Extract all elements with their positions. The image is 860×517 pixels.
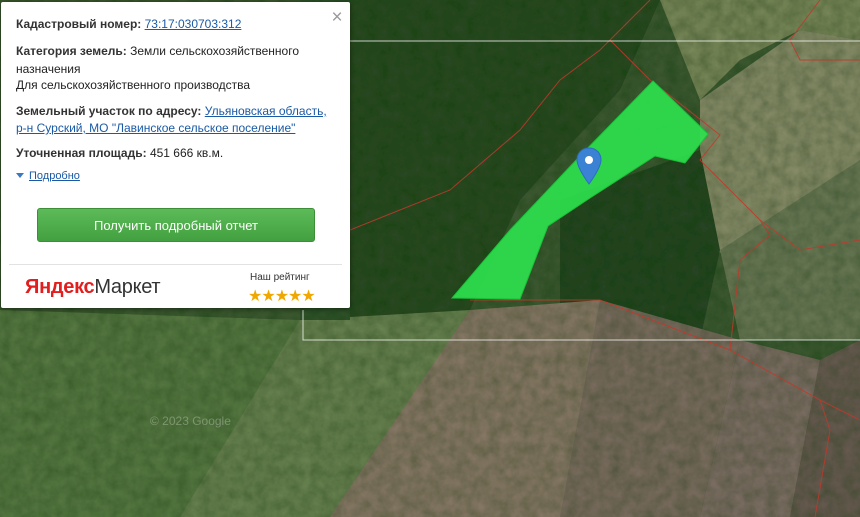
rating-label: Наш рейтинг xyxy=(250,272,310,283)
logo-part-yandex: Яндекс xyxy=(25,276,95,298)
rating-stars-icon: ★★★★★ xyxy=(248,288,316,305)
divider xyxy=(9,264,342,265)
land-category-row: Категория земель: Земли сельскохозяйстве… xyxy=(16,42,299,60)
logo-part-market: Маркет xyxy=(94,276,161,298)
cadastral-info-popup: × Кадастровый номер: 73:17:030703:312 Ка… xyxy=(1,2,350,308)
land-category-label: Категория земель: xyxy=(16,44,127,58)
land-category-value: Земли сельскохозяйственного xyxy=(130,44,300,58)
map-watermark: © 2023 Google xyxy=(150,414,231,428)
cadastral-number-row: Кадастровый номер: 73:17:030703:312 xyxy=(16,15,241,33)
address-row: Земельный участок по адресу: Ульяновская… xyxy=(16,102,327,120)
cadastral-number-label: Кадастровый номер: xyxy=(16,17,142,31)
cadastral-number-link[interactable]: 73:17:030703:312 xyxy=(145,17,242,31)
close-icon[interactable]: × xyxy=(327,8,347,28)
area-row: Уточненная площадь: 451 666 кв.м. xyxy=(16,144,223,162)
address-link-line1[interactable]: Ульяновская область, xyxy=(205,104,327,118)
triangle-down-icon xyxy=(16,173,24,178)
address-link-line2[interactable]: р-н Сурский, МО "Лавинское сельское посе… xyxy=(16,121,295,135)
details-toggle-label: Подробно xyxy=(29,170,80,182)
get-report-button[interactable]: Получить подробный отчет xyxy=(37,208,315,242)
area-value: 451 666 кв.м. xyxy=(149,146,224,160)
area-label: Уточненная площадь: xyxy=(16,146,147,160)
land-use-value: Для сельскохозяйственного производства xyxy=(16,78,251,92)
yandex-market-logo[interactable]: ЯндексМаркет xyxy=(25,274,161,300)
address-label: Земельный участок по адресу: xyxy=(16,104,202,118)
address-row-2: р-н Сурский, МО "Лавинское сельское посе… xyxy=(16,119,295,137)
details-toggle[interactable]: Подробно xyxy=(16,170,80,182)
